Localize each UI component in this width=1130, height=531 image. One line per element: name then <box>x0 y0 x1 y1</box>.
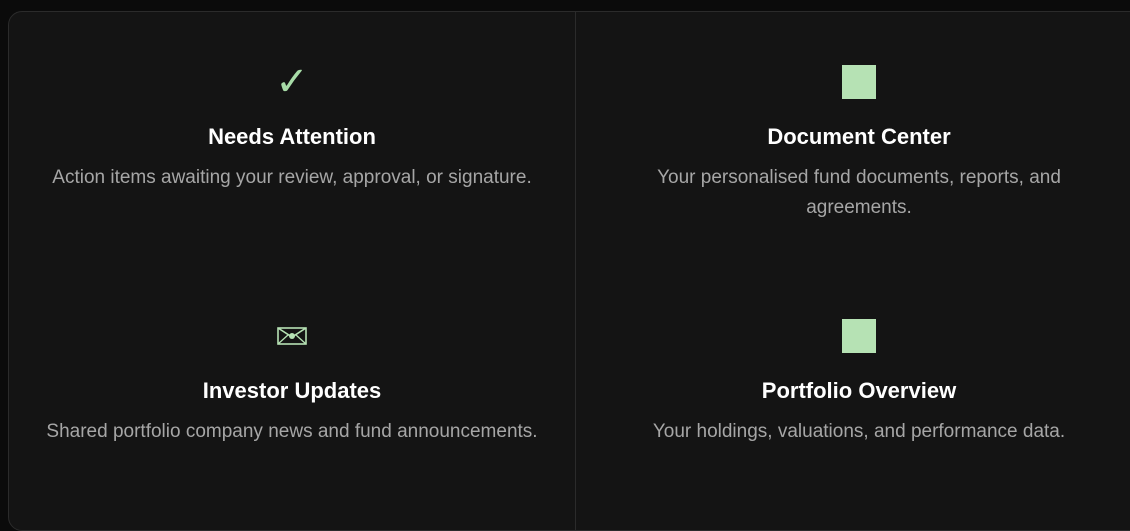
icon-container: ✓ <box>9 62 575 102</box>
card-description: Shared portfolio company news and fund a… <box>46 421 538 442</box>
icon-container <box>9 316 575 356</box>
card-portfolio-overview[interactable]: Portfolio Overview Your holdings, valuat… <box>576 266 1130 520</box>
card-description: Your personalised fund documents, report… <box>657 167 1061 218</box>
icon-container <box>576 316 1130 356</box>
check-icon: ✓ <box>275 59 309 105</box>
card-investor-updates[interactable]: Investor Updates Shared portfolio compan… <box>9 266 575 520</box>
card-document-center[interactable]: Document Center Your personalised fund d… <box>576 12 1130 266</box>
card-description: Your holdings, valuations, and performan… <box>652 421 1066 442</box>
dashboard-panel: ✓ Needs Attention Action items awaiting … <box>8 11 1130 531</box>
card-title: Portfolio Overview <box>761 378 957 403</box>
envelope-icon <box>277 327 307 345</box>
card-title: Investor Updates <box>202 378 382 403</box>
card-needs-attention[interactable]: ✓ Needs Attention Action items awaiting … <box>9 12 575 266</box>
card-description: Action items awaiting your review, appro… <box>52 167 532 188</box>
square-icon <box>842 319 876 353</box>
icon-container <box>576 62 1130 102</box>
card-title: Document Center <box>767 124 951 149</box>
card-title: Needs Attention <box>208 124 376 149</box>
square-icon <box>842 65 876 99</box>
